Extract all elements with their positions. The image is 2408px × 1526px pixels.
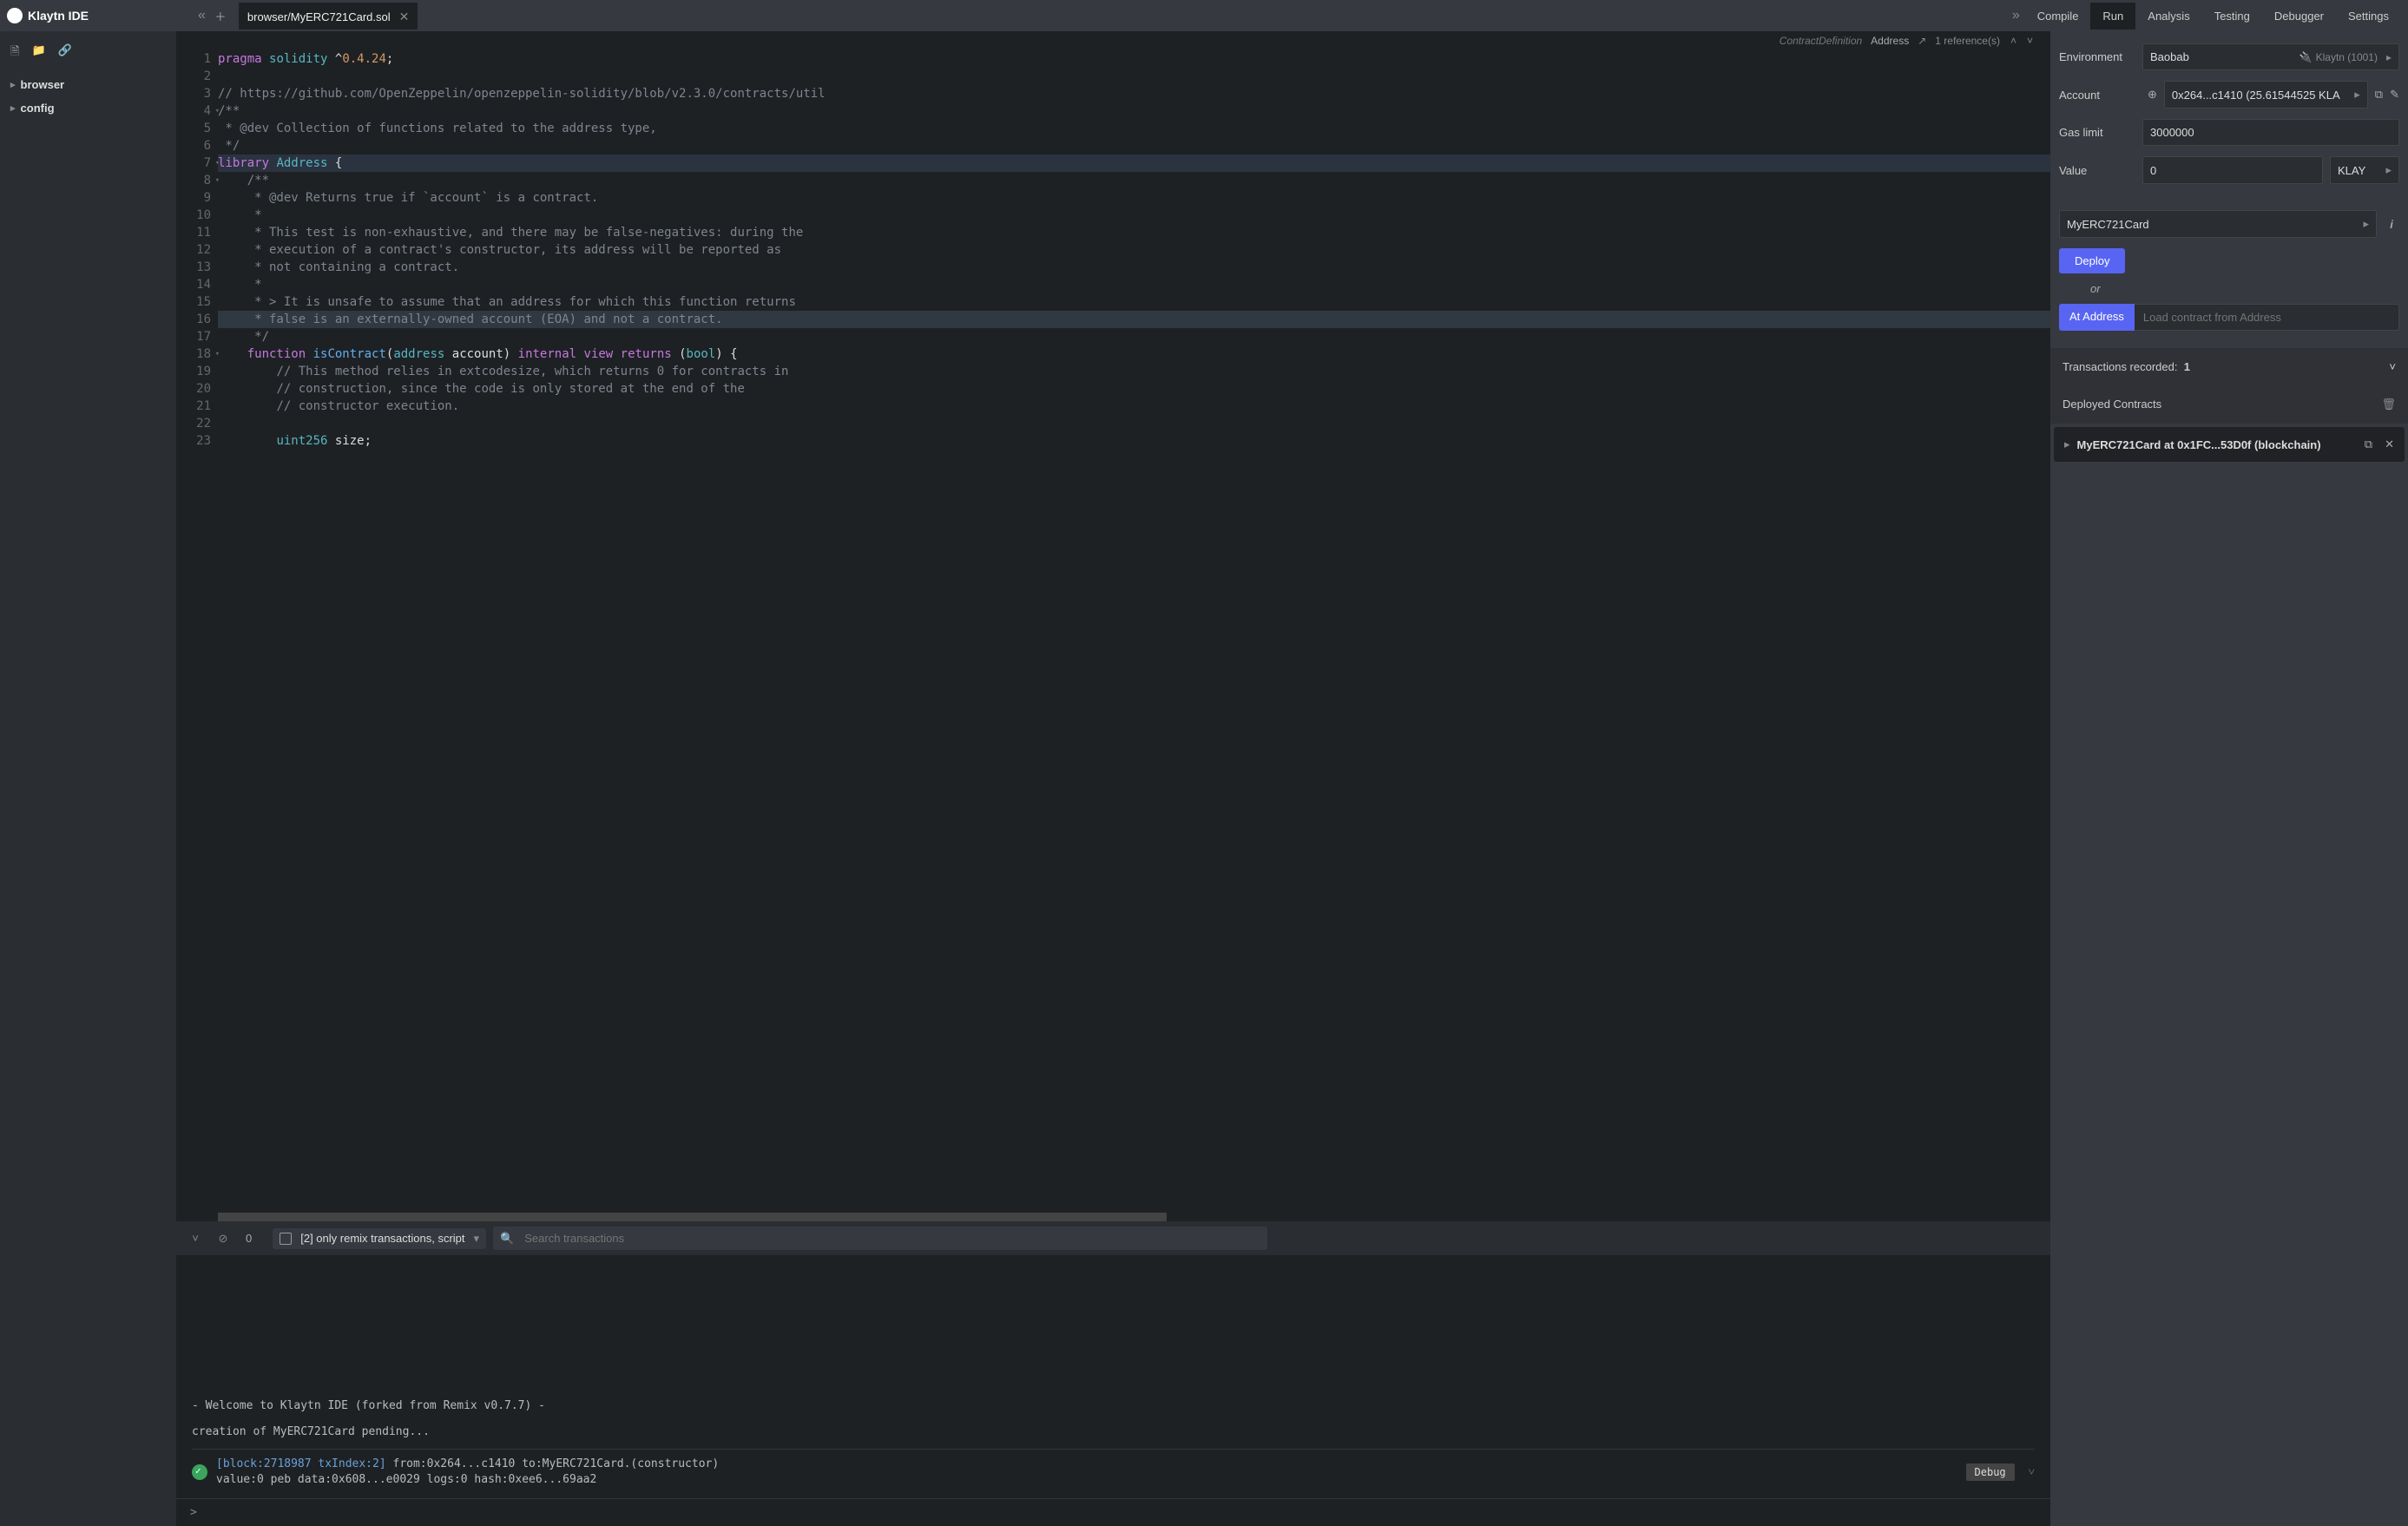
file-tab[interactable]: browser/MyERC721Card.sol ✕: [239, 3, 418, 30]
copy-account-icon[interactable]: ⧉: [2375, 88, 2383, 102]
context-def: ContractDefinition: [1780, 35, 1862, 47]
contract-info-icon[interactable]: i: [2384, 210, 2399, 238]
deployed-contracts-header: Deployed Contracts 🗑: [2050, 385, 2408, 424]
filter-label: [2] only remix transactions, script: [300, 1232, 464, 1245]
goto-icon[interactable]: ↗: [1918, 35, 1926, 47]
value-input[interactable]: [2150, 164, 2315, 177]
debug-button[interactable]: Debug: [1966, 1464, 2015, 1481]
console-pending: creation of MyERC721Card pending...: [192, 1425, 2035, 1438]
tab-debugger[interactable]: Debugger: [2262, 3, 2336, 30]
tx-expand-icon[interactable]: ˅: [2029, 1465, 2035, 1479]
expand-contract-icon[interactable]: ▸: [2064, 437, 2070, 451]
gas-limit-wrap: [2142, 119, 2399, 146]
close-icon[interactable]: ✕: [399, 10, 410, 24]
tx-line1: from:0x264...c1410 to:MyERC721Card.(cons…: [393, 1457, 720, 1470]
contract-name: MyERC721Card: [2067, 218, 2149, 231]
account-value: 0x264...c1410 (25.61544525 KLA: [2172, 89, 2340, 102]
contract-select[interactable]: MyERC721Card ▸: [2059, 210, 2377, 238]
context-addr: Address: [1871, 35, 1909, 47]
deploy-button[interactable]: Deploy: [2059, 248, 2125, 273]
tx-rec-label: Transactions recorded:: [2063, 360, 2177, 373]
deployed-contract-item: ▸ MyERC721Card at 0x1FC...53D0f (blockch…: [2054, 427, 2405, 462]
tab-compile[interactable]: Compile: [2025, 3, 2091, 30]
plug-icon: 🔌: [2299, 51, 2313, 63]
logo: Klaytn IDE: [7, 8, 89, 23]
copy-address-icon[interactable]: ⧉: [2365, 437, 2372, 451]
filter-checkbox[interactable]: [280, 1233, 292, 1245]
or-text: or: [2059, 273, 2399, 304]
tree-config[interactable]: config: [0, 96, 176, 120]
deployed-header-label: Deployed Contracts: [2063, 398, 2161, 411]
tabs-scroll-left[interactable]: «: [193, 8, 211, 23]
tx-success-icon: [192, 1464, 207, 1480]
gas-label: Gas limit: [2059, 126, 2142, 139]
link-icon[interactable]: 🔗: [58, 43, 72, 62]
environment-select[interactable]: Baobab 🔌Klaytn (1001)▸: [2142, 43, 2399, 70]
at-address-input[interactable]: [2143, 311, 2390, 324]
search-icon: 🔍: [493, 1232, 521, 1246]
context-refs: 1 reference(s): [1935, 35, 2000, 47]
env-net: Klaytn (1001): [2316, 51, 2378, 63]
topbar: Klaytn IDE « ＋ browser/MyERC721Card.sol …: [0, 0, 2408, 31]
tab-analysis[interactable]: Analysis: [2135, 3, 2201, 30]
value-label: Value: [2059, 164, 2142, 177]
file-tab-label: browser/MyERC721Card.sol: [247, 10, 391, 23]
ref-up-icon[interactable]: ˄: [2010, 35, 2017, 47]
gas-limit-input[interactable]: [2150, 126, 2392, 139]
file-explorer: 🗎 📁 🔗 browser config: [0, 31, 176, 1526]
edit-account-icon[interactable]: ✎: [2390, 88, 2399, 102]
env-label: Environment: [2059, 50, 2142, 63]
remove-contract-icon[interactable]: ✕: [2385, 437, 2394, 451]
create-file-icon[interactable]: 🗎: [10, 43, 19, 62]
code-editor[interactable]: 1234567891011121314151617181920212223 pr…: [176, 50, 2050, 1213]
context-bar: ContractDefinition Address ↗ 1 reference…: [176, 31, 2050, 50]
tab-settings[interactable]: Settings: [2336, 3, 2401, 30]
account-label: Account: [2059, 89, 2142, 102]
tx-rec-count: 1: [2184, 360, 2190, 373]
tx-line2: value:0 peb data:0x608...e0029 logs:0 ha…: [216, 1473, 596, 1486]
tab-testing[interactable]: Testing: [2202, 3, 2262, 30]
clear-console-icon[interactable]: ⊘: [213, 1228, 234, 1249]
tx-body: [block:2718987 txIndex:2] from:0x264...c…: [216, 1457, 1957, 1488]
env-value: Baobab: [2150, 50, 2189, 63]
chevron-down-icon[interactable]: ˅: [2389, 360, 2396, 373]
new-file-icon[interactable]: ＋: [211, 6, 230, 25]
logo-text: Klaytn IDE: [28, 9, 89, 23]
pending-count: 0: [240, 1232, 257, 1245]
chevron-down-icon: ▾: [474, 1232, 480, 1246]
trash-icon[interactable]: 🗑: [2381, 398, 2396, 411]
account-select[interactable]: 0x264...c1410 (25.61544525 KLA ▸: [2164, 81, 2368, 109]
tx-filter-dropdown[interactable]: [2] only remix transactions, script ▾: [273, 1228, 486, 1249]
add-account-icon[interactable]: ⊕: [2148, 88, 2157, 102]
ref-down-icon[interactable]: ˅: [2027, 35, 2033, 47]
at-address-button[interactable]: At Address: [2059, 304, 2135, 331]
console-toolbar: ˅ ⊘ 0 [2] only remix transactions, scrip…: [176, 1221, 2050, 1255]
value-unit: KLAY: [2338, 164, 2365, 177]
tabs-scroll-right[interactable]: »: [2007, 8, 2025, 23]
tab-run[interactable]: Run: [2090, 3, 2135, 30]
search-input[interactable]: [521, 1227, 1267, 1250]
tx-block: [block:2718987 txIndex:2]: [216, 1457, 386, 1470]
run-panel: Environment Baobab 🔌Klaytn (1001)▸ Accou…: [2050, 31, 2408, 1526]
console-welcome: - Welcome to Klaytn IDE (forked from Rem…: [192, 1399, 2035, 1412]
logo-icon: [7, 8, 23, 23]
search-transactions: 🔍: [493, 1227, 1267, 1250]
collapse-console-icon[interactable]: ˅: [185, 1228, 206, 1249]
tx-log-row[interactable]: [block:2718987 txIndex:2] from:0x264...c…: [192, 1449, 2035, 1495]
value-unit-select[interactable]: KLAY ▸: [2330, 156, 2399, 184]
tree-browser[interactable]: browser: [0, 73, 176, 96]
editor-horizontal-scrollbar[interactable]: [218, 1213, 2009, 1221]
console-prompt[interactable]: >: [176, 1498, 2050, 1526]
right-tabs: Compile Run Analysis Testing Debugger Se…: [2025, 3, 2401, 30]
transactions-recorded[interactable]: Transactions recorded: 1 ˅: [2050, 348, 2408, 385]
deployed-contract-name: MyERC721Card at 0x1FC...53D0f (blockchai…: [2077, 438, 2352, 451]
console-output: - Welcome to Klaytn IDE (forked from Rem…: [176, 1255, 2050, 1498]
open-folder-icon[interactable]: 📁: [31, 43, 45, 62]
